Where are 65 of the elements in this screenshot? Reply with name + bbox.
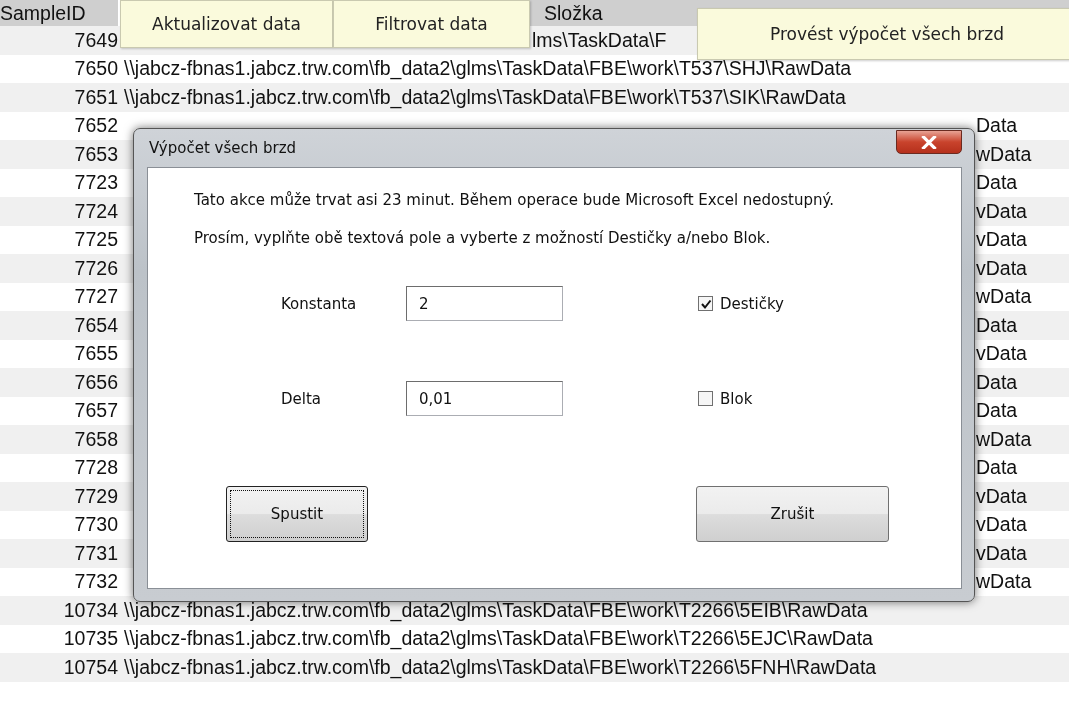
close-icon [921, 135, 937, 149]
table-cell-text: 7729 [73, 484, 118, 508]
table-cell: vData [976, 513, 1027, 536]
message-text: Tato akce může trvat asi 23 minut. Během operace bude Microsoft Excel nedostupný. [194, 190, 835, 211]
table-cell-text: 7723 [73, 171, 118, 195]
table-cell: \\jabcz-fbnas1.jabcz.trw.com\fb_data2\glms\TaskData\FBE\work\T2266\5FNH\RawData [124, 655, 877, 678]
table-cell: Data [976, 399, 1018, 422]
table-cell-text: 7652 [73, 114, 118, 138]
table-cell-text: 7651 [73, 85, 118, 109]
table-cell: \\jabcz-fbnas1.jabcz.trw.com\fb_data2\glms\TaskData\FBE\work\T537\SIK\RawData [124, 85, 846, 108]
table-cell: vData [976, 484, 1027, 507]
sheet-button[interactable]: Filtrovat data [333, 0, 530, 48]
window-title: Výpočet všech brzd [148, 139, 297, 157]
table-cell-text: 7656 [73, 370, 118, 394]
table-cell: vData [976, 342, 1027, 365]
field-label: Konstanta [281, 294, 358, 313]
table-cell: Data [976, 114, 1018, 137]
close-button[interactable] [896, 130, 962, 154]
table-cell: vData [976, 199, 1027, 222]
input-field[interactable]: 0,01 [406, 381, 563, 416]
table-cell: Data [976, 370, 1018, 393]
table-cell-text: 7650 [73, 57, 118, 81]
table-cell: wData [976, 570, 1032, 593]
table-cell: \\jabcz-fbnas1.jabcz.trw.com\fb_data2\glms\TaskData\FBE\work\T2266\5EIB\RawData [124, 598, 868, 621]
table-cell: \\jabcz-fbnas1.jabcz.trw.com\fb_data2\glms\TaskData\FBE\work\T537\SHJ\RawData [124, 57, 852, 80]
sheet-button[interactable]: Aktualizovat data [120, 0, 333, 48]
table-cell-text: 7654 [73, 313, 118, 337]
table-cell-text: 7727 [73, 285, 118, 309]
table-cell-text: 7653 [73, 142, 118, 166]
table-cell-text: 7731 [73, 541, 118, 565]
table-cell: vData [976, 228, 1027, 251]
field-label: Delta [281, 389, 323, 408]
column-header: SampleID [0, 0, 118, 26]
table-cell: vData [976, 256, 1027, 279]
table-cell: Data [976, 171, 1018, 194]
table-cell: vData [976, 541, 1027, 564]
table-cell: lms\TaskData\F [532, 28, 667, 51]
table-cell-text: 10734 [62, 598, 118, 622]
table-cell-text: 7655 [73, 342, 118, 366]
instruction-text: Prosím, vyplňte obě textová pole a vyberte z možností Destičky a/nebo Blok. [194, 228, 772, 249]
dialog-button[interactable]: Zrušit [696, 486, 889, 542]
sheet-button[interactable]: Provést výpočet všech brzd [697, 8, 1069, 60]
table-cell-text: 10754 [62, 655, 118, 679]
table-cell-text: 7725 [73, 228, 118, 252]
table-cell-text: 7724 [73, 199, 118, 223]
checkbox[interactable] [698, 296, 713, 311]
table-cell-text: 7657 [73, 399, 118, 423]
checkbox[interactable] [698, 391, 713, 406]
table-cell: \\jabcz-fbnas1.jabcz.trw.com\fb_data2\glms\TaskData\FBE\work\T2266\5EJC\RawData [124, 627, 873, 650]
table-cell-text: 7649 [73, 28, 118, 52]
table-cell-text: 7730 [73, 513, 118, 537]
table-cell: wData [976, 427, 1032, 450]
table-cell: wData [976, 142, 1032, 165]
table-cell-text: 7658 [73, 427, 118, 451]
table-cell: Data [976, 313, 1018, 336]
table-cell: Data [976, 456, 1018, 479]
input-field[interactable]: 2 [406, 286, 563, 321]
table-cell-text: 7726 [73, 256, 118, 280]
table-cell-text: 7728 [73, 456, 118, 480]
checkbox-label[interactable]: Destičky [720, 294, 784, 313]
table-cell: wData [976, 285, 1032, 308]
table-cell-text: 10735 [62, 627, 118, 651]
dialog-button[interactable]: Spustit [226, 486, 368, 542]
checkbox-label[interactable]: Blok [720, 389, 753, 408]
table-cell-text: 7732 [73, 570, 118, 594]
